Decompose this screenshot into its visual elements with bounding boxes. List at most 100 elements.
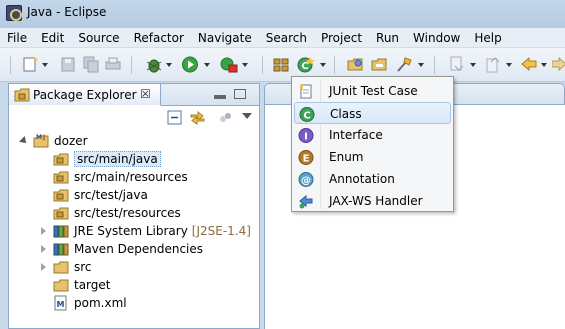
- svg-text:M: M: [57, 300, 65, 309]
- library-icon: [53, 225, 69, 238]
- menu-source[interactable]: Source: [78, 31, 119, 45]
- run-icon[interactable]: [182, 56, 199, 73]
- menu-item-jax-ws-handler[interactable]: JAX-WS Handler: [294, 190, 451, 212]
- source-folder-icon: [53, 171, 69, 184]
- menu-window[interactable]: Window: [413, 31, 460, 45]
- tab-package-explorer[interactable]: Package Explorer ☒: [9, 84, 161, 106]
- collapse-all-icon[interactable]: [167, 110, 183, 126]
- tree-item-jre-system-library[interactable]: JRE System Library [J2SE-1.4]: [39, 222, 251, 240]
- toolbar-separator: [10, 56, 11, 74]
- menu-refactor[interactable]: Refactor: [134, 31, 184, 45]
- back-arrow-icon[interactable]: [520, 56, 538, 73]
- eclipse-app-icon: [6, 5, 22, 21]
- tree-item-target[interactable]: target: [53, 276, 111, 294]
- minimize-icon[interactable]: [214, 95, 226, 99]
- menu-item-interface[interactable]: I Interface: [294, 124, 451, 146]
- open-type-icon[interactable]: [347, 56, 365, 73]
- link-with-editor-icon[interactable]: [189, 109, 206, 126]
- menu-item-label: JUnit Test Case: [329, 84, 418, 98]
- previous-annotation-dropdown-icon[interactable]: [506, 63, 512, 67]
- menu-bar: File Edit Source Refactor Navigate Searc…: [0, 28, 565, 48]
- tree-item-src-test-java[interactable]: src/test/java: [53, 186, 148, 204]
- next-annotation-dropdown-icon[interactable]: [470, 63, 476, 67]
- collapsed-twisty-icon[interactable]: [39, 226, 49, 236]
- folder-icon: [53, 261, 69, 274]
- toolbar-separator: [334, 56, 335, 74]
- new-java-element-menu: JUnit Test Case C Class I Interface E En…: [291, 76, 454, 212]
- collapsed-twisty-icon[interactable]: [39, 244, 49, 254]
- menu-project[interactable]: Project: [321, 31, 362, 45]
- title-bar: Java - Eclipse: [0, 0, 565, 28]
- run-dropdown-icon[interactable]: [204, 63, 210, 67]
- menu-item-class[interactable]: C Class: [294, 102, 451, 124]
- tree-item-label: pom.xml: [74, 296, 127, 310]
- view-menu-icon[interactable]: [242, 113, 252, 119]
- xml-file-icon: M: [54, 295, 67, 311]
- source-folder-icon: [53, 153, 69, 166]
- new-java-element-dropdown-icon[interactable]: [320, 63, 326, 67]
- tab-label: Package Explorer: [33, 88, 137, 102]
- previous-annotation-icon: [486, 57, 500, 73]
- search-dropdown-icon[interactable]: [418, 63, 424, 67]
- tree-item-label: Maven Dependencies: [74, 242, 204, 256]
- library-icon: [53, 243, 69, 256]
- jre-version-decoration: [J2SE-1.4]: [191, 224, 251, 238]
- tree-item-label: JRE System Library: [74, 224, 188, 238]
- class-icon: C: [299, 107, 315, 122]
- close-icon[interactable]: ☒: [140, 87, 151, 101]
- package-explorer-view: Package Explorer ☒ M J dozer src/main/ja…: [8, 83, 260, 329]
- toolbar-separator: [262, 56, 263, 74]
- view-toolbar: [9, 106, 259, 128]
- source-folder-icon: [53, 189, 69, 202]
- new-file-icon[interactable]: [22, 56, 40, 73]
- menu-run[interactable]: Run: [376, 31, 399, 45]
- menu-file[interactable]: File: [7, 31, 27, 45]
- java-project-icon: M J: [33, 134, 49, 148]
- tree-item-src-main-java[interactable]: src/main/java: [53, 150, 161, 168]
- menu-item-label: Enum: [329, 150, 364, 164]
- expanded-twisty-icon[interactable]: [19, 136, 29, 146]
- new-dropdown-icon[interactable]: [42, 63, 48, 67]
- svg-text:C: C: [303, 111, 310, 122]
- tree-item-label: dozer: [54, 134, 88, 148]
- new-java-package-icon[interactable]: [273, 56, 290, 73]
- collapsed-twisty-icon[interactable]: [39, 262, 49, 272]
- junit-icon: [299, 84, 312, 99]
- tree-item-pom-xml[interactable]: M pom.xml: [53, 294, 127, 312]
- external-tools-icon[interactable]: [220, 56, 238, 73]
- maximize-icon[interactable]: [234, 89, 246, 99]
- tree-item-maven-dependencies[interactable]: Maven Dependencies: [39, 240, 203, 258]
- forward-arrow-icon[interactable]: [552, 56, 565, 73]
- tree-item-dozer[interactable]: M J dozer: [19, 132, 88, 150]
- svg-text:@: @: [301, 176, 311, 187]
- next-annotation-icon: [450, 56, 464, 71]
- main-toolbar: C: [0, 48, 565, 82]
- new-java-class-icon[interactable]: C: [297, 56, 315, 73]
- tree-item-src-main-resources[interactable]: src/main/resources: [53, 168, 188, 186]
- save-all-icon: [83, 56, 99, 73]
- debug-icon[interactable]: [145, 56, 163, 73]
- tree-item-label: target: [74, 278, 111, 292]
- tree-item-src-test-resources[interactable]: src/test/resources: [53, 204, 181, 222]
- tree-item-label: src: [74, 260, 92, 274]
- focus-on-active-task-icon: [220, 113, 231, 122]
- folder-icon: [53, 279, 69, 292]
- menu-item-enum[interactable]: E Enum: [294, 146, 451, 168]
- save-icon: [61, 57, 75, 72]
- debug-dropdown-icon[interactable]: [166, 63, 172, 67]
- menu-help[interactable]: Help: [474, 31, 501, 45]
- open-task-icon[interactable]: [371, 56, 389, 73]
- menu-search[interactable]: Search: [266, 31, 307, 45]
- enum-icon: E: [298, 150, 314, 165]
- menu-item-annotation[interactable]: @ Annotation: [294, 168, 451, 190]
- tree-item-label: src/test/resources: [74, 206, 181, 220]
- menu-edit[interactable]: Edit: [41, 31, 64, 45]
- external-tools-dropdown-icon[interactable]: [242, 63, 248, 67]
- back-dropdown-icon[interactable]: [541, 63, 547, 67]
- svg-text:I: I: [304, 132, 308, 143]
- tree-item-label: src/main/java: [74, 151, 161, 167]
- menu-item-junit-test-case[interactable]: JUnit Test Case: [294, 80, 451, 102]
- tree-item-src[interactable]: src: [39, 258, 92, 276]
- menu-navigate[interactable]: Navigate: [198, 31, 252, 45]
- search-icon[interactable]: [395, 56, 413, 73]
